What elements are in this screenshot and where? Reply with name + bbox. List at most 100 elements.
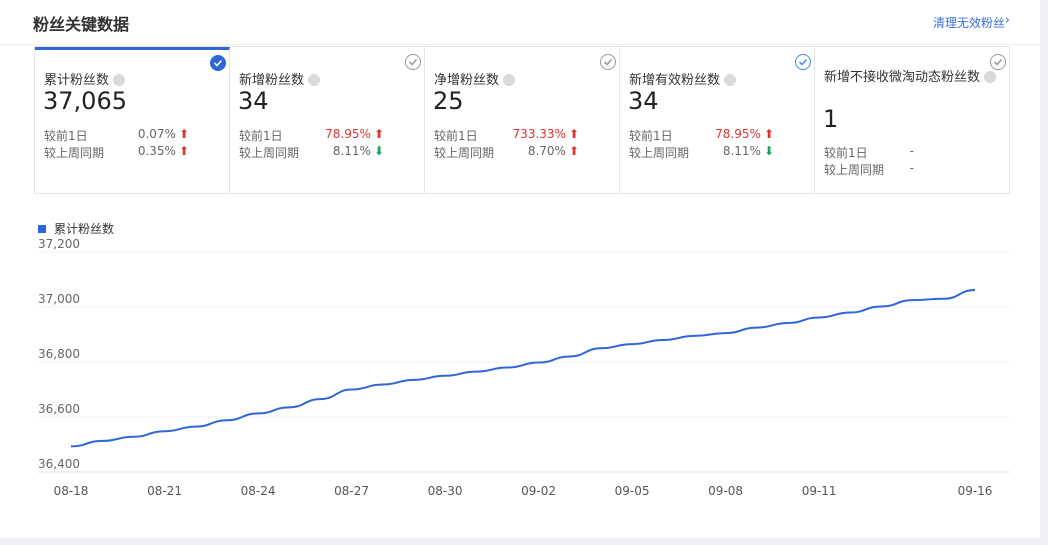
compare-row: 较前1日 - (824, 144, 969, 161)
metric-label: 新增不接收微淘动态粉丝数 (824, 69, 999, 87)
compare-value: 8.11% ⬇ (333, 144, 384, 158)
help-icon[interactable] (113, 74, 126, 86)
compare-row: 较上周同期 8.11% ⬇ (239, 144, 384, 161)
compare-percent: 0.35% (137, 144, 176, 158)
fans-line-chart: 36,400 36,600 36,800 37,000 37,200 08-18 08-21… (38, 237, 1010, 498)
arrow-up-icon: ⬆ (763, 127, 774, 141)
compare-label: 较上周同期 (824, 163, 885, 177)
metric-card-1[interactable]: 累计粉丝数 37,065 较前1日 0.07% ⬆ 较上周同期 0.35% ⬆ (35, 47, 230, 193)
y-tick-label: 36,400 (38, 457, 80, 471)
metric-label: 新增有效粉丝数 (629, 69, 737, 88)
compare-percent: - (909, 144, 914, 158)
metric-label-text: 净增粉丝数 (434, 73, 500, 88)
compare-label: 较上周同期 (239, 146, 300, 160)
panel-title: 粉丝关键数据 (33, 15, 130, 34)
compare-value: 8.11% ⬇ (723, 144, 774, 158)
help-icon[interactable] (503, 74, 516, 86)
arrow-up-icon: ⬆ (178, 144, 189, 158)
metric-value: 34 (628, 87, 659, 115)
y-tick-label: 36,600 (38, 402, 80, 416)
metric-cards: 累计粉丝数 37,065 较前1日 0.07% ⬆ 较上周同期 0.35% ⬆ 新增粉丝数 34 较… (34, 46, 1010, 194)
series-line-cumulative-fans[interactable] (70, 288, 976, 448)
x-tick-label: 09-11 (802, 484, 837, 498)
compare-row: 较上周同期 8.11% ⬇ (629, 144, 774, 161)
y-tick-label: 36,800 (38, 347, 80, 361)
x-tick-label: 08-27 (334, 484, 369, 498)
fans-key-data-panel: 粉丝关键数据 清理无效粉丝 › 累计粉丝数 37,065 较前1日 0.07% ⬆ 较上周… (0, 0, 1040, 538)
metric-value: 25 (433, 87, 464, 115)
compare-row: 较上周同期 0.35% ⬆ (44, 144, 189, 161)
compare-label: 较上周同期 (629, 146, 690, 160)
help-icon[interactable] (724, 74, 737, 86)
compare-value: 0.07% ⬆ (138, 127, 189, 141)
compare-label: 较前1日 (434, 129, 478, 143)
compare-value: 78.95% ⬆ (715, 127, 774, 141)
metric-label-text: 新增不接收微淘动态粉丝数 (824, 70, 981, 85)
metric-value: 34 (238, 87, 269, 115)
legend-swatch (38, 225, 46, 233)
metric-label-text: 新增有效粉丝数 (629, 73, 721, 88)
metric-label: 累计粉丝数 (44, 69, 126, 88)
arrow-up-icon: ⬆ (178, 127, 189, 141)
arrow-up-icon: ⬆ (568, 127, 579, 141)
compare-value: 733.33% ⬆ (513, 127, 579, 141)
compare-percent: - (909, 161, 914, 175)
arrow-up-icon: ⬆ (568, 144, 579, 158)
arrow-up-icon: ⬆ (373, 127, 384, 141)
compare-label: 较前1日 (44, 129, 88, 143)
compare-percent: 8.70% (527, 144, 566, 158)
x-tick-label: 08-18 (54, 484, 89, 498)
metric-card-4[interactable]: 新增有效粉丝数 34 较前1日 78.95% ⬆ 较上周同期 8.11% ⬇ (620, 47, 815, 193)
compare-row: 较前1日 0.07% ⬆ (44, 127, 189, 144)
compare-label: 较前1日 (629, 129, 673, 143)
compare-percent: 0.07% (137, 127, 176, 141)
chevron-right-icon[interactable]: › (1005, 13, 1010, 28)
x-tick-label: 09-16 (958, 484, 993, 498)
select-check-icon[interactable] (210, 55, 226, 71)
legend-label: 累计粉丝数 (54, 222, 115, 236)
select-check-icon[interactable] (405, 54, 421, 70)
metric-label-text: 累计粉丝数 (44, 73, 110, 88)
metric-label-text: 新增粉丝数 (239, 73, 305, 88)
select-check-icon[interactable] (795, 54, 811, 70)
x-tick-label: 08-24 (241, 484, 276, 498)
metric-card-3[interactable]: 净增粉丝数 25 较前1日 733.33% ⬆ 较上周同期 8.70% ⬆ (425, 47, 620, 193)
compare-value: - (910, 144, 914, 158)
metric-card-2[interactable]: 新增粉丝数 34 较前1日 78.95% ⬆ 较上周同期 8.11% ⬇ (230, 47, 425, 193)
compare-row: 较前1日 78.95% ⬆ (629, 127, 774, 144)
compare-value: - (910, 161, 914, 175)
compare-value: 0.35% ⬆ (138, 144, 189, 158)
metric-card-5[interactable]: 新增不接收微淘动态粉丝数 1 较前1日 - 较上周同期 - (815, 47, 1009, 193)
select-check-icon[interactable] (990, 54, 1006, 70)
metric-value: 37,065 (43, 87, 127, 115)
x-tick-label: 08-30 (428, 484, 463, 498)
compare-value: 8.70% ⬆ (528, 144, 579, 158)
metric-label: 新增粉丝数 (239, 69, 321, 88)
compare-row: 较前1日 733.33% ⬆ (434, 127, 579, 144)
compare-percent: 8.11% (332, 144, 371, 158)
compare-label: 较上周同期 (44, 146, 105, 160)
x-tick-label: 09-02 (521, 484, 556, 498)
select-check-icon[interactable] (600, 54, 616, 70)
chart-legend[interactable]: 累计粉丝数 (38, 220, 114, 237)
arrow-down-icon: ⬇ (763, 144, 774, 158)
x-tick-label: 08-21 (147, 484, 182, 498)
metric-label: 净增粉丝数 (434, 69, 516, 88)
compare-percent: 78.95% (715, 127, 761, 141)
metric-value: 1 (823, 105, 839, 133)
compare-label: 较上周同期 (434, 146, 495, 160)
compare-percent: 733.33% (512, 127, 566, 141)
x-tick-label: 09-05 (615, 484, 650, 498)
y-tick-label: 37,000 (38, 292, 80, 306)
y-tick-label: 37,200 (38, 237, 80, 251)
clean-invalid-fans-link[interactable]: 清理无效粉丝 (933, 14, 1005, 31)
panel-header: 粉丝关键数据 清理无效粉丝 › (0, 0, 1040, 45)
compare-value: 78.95% ⬆ (325, 127, 384, 141)
compare-row: 较前1日 78.95% ⬆ (239, 127, 384, 144)
arrow-down-icon: ⬇ (373, 144, 384, 158)
help-icon[interactable] (984, 71, 997, 83)
compare-row: 较上周同期 8.70% ⬆ (434, 144, 579, 161)
help-icon[interactable] (308, 74, 321, 86)
compare-percent: 8.11% (722, 144, 761, 158)
x-tick-label: 09-08 (708, 484, 743, 498)
